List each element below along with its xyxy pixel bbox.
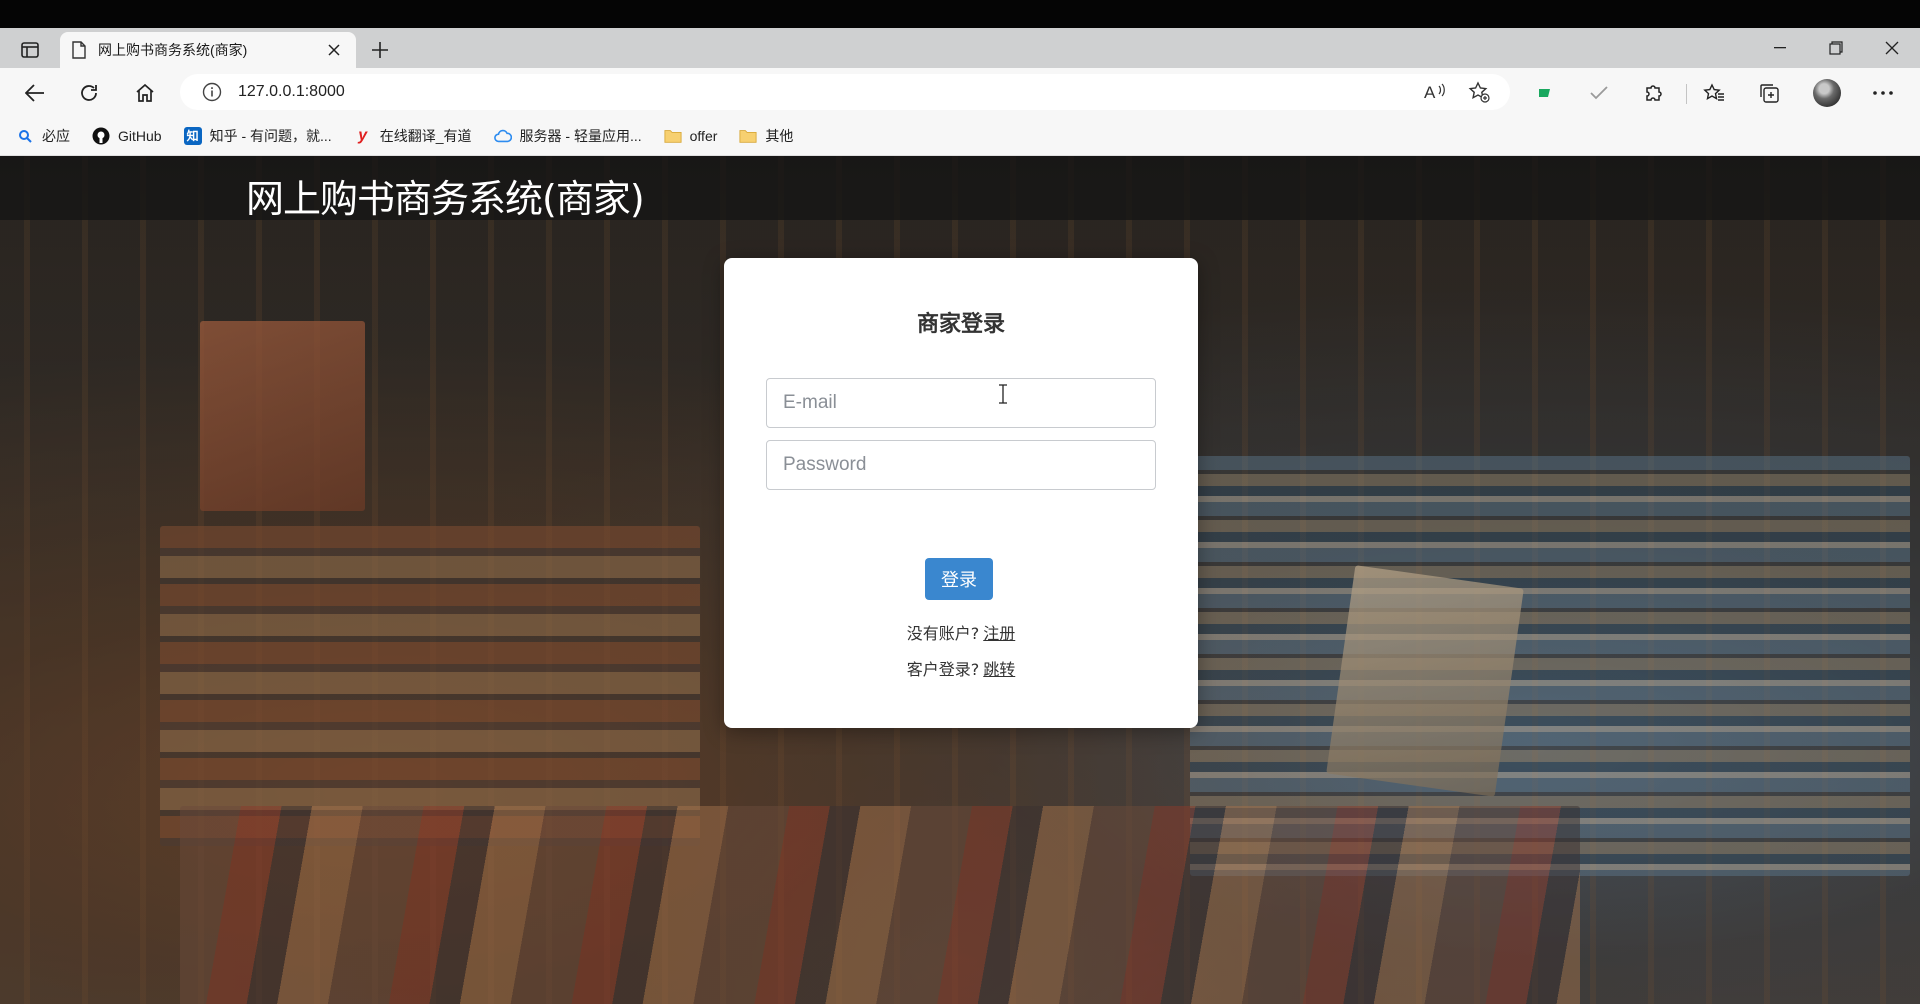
favorites-icon (1703, 83, 1724, 101)
bing-icon (16, 127, 34, 145)
read-aloud-icon[interactable]: A (1424, 82, 1446, 102)
home-button[interactable] (128, 76, 162, 110)
collections-button[interactable] (1752, 76, 1786, 110)
bookmark-label: 服务器 - 轻量应用... (519, 127, 642, 144)
bookmarks-bar: 必应 GitHub 知 知乎 - 有问题，就... y 在线翻译_有道 服务器 … (0, 116, 1920, 156)
page-icon (72, 41, 86, 59)
bookmark-youdao[interactable]: y 在线翻译_有道 (354, 126, 472, 146)
window-top-bar (0, 0, 1920, 28)
restore-button[interactable] (1808, 28, 1864, 68)
arrow-left-icon (25, 84, 44, 102)
bookmark-label: 必应 (42, 127, 70, 144)
text-cursor-icon (999, 384, 1007, 404)
close-icon (1885, 41, 1899, 55)
check-icon (1590, 86, 1608, 100)
bookmark-folder-offer[interactable]: offer (664, 127, 718, 145)
github-icon (92, 127, 110, 145)
folder-icon (664, 127, 682, 145)
tab-title: 网上购书商务系统(商家) (98, 42, 248, 58)
home-icon (136, 83, 154, 102)
register-prompt: 没有账户? (906, 624, 980, 643)
bookmark-server[interactable]: 服务器 - 轻量应用... (493, 126, 642, 146)
register-row: 没有账户? 注册 (724, 620, 1198, 644)
check-extension-button[interactable] (1582, 76, 1616, 110)
book-stack (1326, 565, 1524, 797)
window-controls (1752, 28, 1920, 68)
minimize-icon (1774, 47, 1786, 49)
site-header: 网上购书商务系统(商家) (0, 156, 1920, 221)
bookmark-label: 其他 (765, 127, 794, 144)
favorites-button[interactable] (1697, 76, 1731, 110)
book-stack (200, 321, 365, 511)
new-tab-button[interactable] (366, 36, 394, 64)
extensions-button[interactable] (1637, 76, 1671, 110)
folder-icon (739, 127, 757, 145)
zhihu-icon: 知 (183, 126, 202, 145)
reload-button[interactable] (72, 76, 106, 110)
cloud-icon (493, 127, 512, 145)
info-icon[interactable] (202, 82, 222, 102)
book-stack (180, 806, 1580, 1004)
password-field[interactable] (766, 440, 1156, 490)
browser-tab[interactable]: 网上购书商务系统(商家) (60, 32, 356, 68)
bookmark-github[interactable]: GitHub (92, 127, 162, 145)
register-link[interactable]: 注册 (983, 624, 1015, 643)
toolbar-separator (1686, 84, 1687, 104)
more-icon (1873, 91, 1893, 95)
login-button[interactable]: 登录 (925, 558, 993, 600)
bookmark-label: 在线翻译_有道 (379, 127, 472, 144)
bookmark-zhihu[interactable]: 知 知乎 - 有问题，就... (183, 126, 332, 146)
extension-green-button[interactable] (1528, 76, 1562, 110)
page-viewport: 网上购书商务系统(商家) 商家登录 登录 没有账户?注册 客户登录?跳转 (0, 156, 1920, 1004)
site-title: 网上购书商务系统(商家) (246, 177, 645, 221)
bookmark-bing[interactable]: 必应 (16, 126, 70, 146)
profile-button[interactable] (1810, 76, 1844, 110)
minimize-button[interactable] (1752, 28, 1808, 68)
customer-login-row: 客户登录? 跳转 (724, 656, 1198, 680)
omnibox-actions: A (1424, 80, 1490, 104)
address-bar[interactable]: 127.0.0.1:8000 A (180, 74, 1510, 110)
restore-icon (1829, 41, 1843, 55)
book-stack (160, 526, 700, 846)
login-card: 商家登录 登录 没有账户?注册 客户登录?跳转 (724, 258, 1198, 728)
customer-login-link[interactable]: 跳转 (983, 660, 1015, 679)
tab-actions-icon (21, 42, 39, 58)
bookmark-label: GitHub (118, 127, 162, 144)
avatar (1813, 79, 1841, 107)
bookmark-label: offer (689, 127, 718, 144)
add-favorite-icon[interactable] (1468, 81, 1490, 103)
youdao-icon: y (358, 126, 368, 144)
email-field[interactable] (766, 378, 1156, 428)
browser-toolbar: 127.0.0.1:8000 A (0, 68, 1920, 116)
close-window-button[interactable] (1864, 28, 1920, 68)
reload-icon (81, 85, 97, 101)
collections-icon (1760, 84, 1779, 103)
bookmark-folder-other[interactable]: 其他 (739, 126, 793, 146)
settings-menu-button[interactable] (1866, 76, 1900, 110)
url-text[interactable]: 127.0.0.1:8000 (238, 83, 345, 101)
close-tab-button[interactable] (324, 40, 344, 60)
tab-strip: 网上购书商务系统(商家) (0, 28, 1920, 68)
bookmark-label: 知乎 - 有问题，就... (209, 127, 332, 144)
puzzle-icon (1646, 85, 1662, 101)
svg-text:A: A (1424, 83, 1436, 102)
login-heading: 商家登录 (916, 312, 1005, 337)
flag-icon (1539, 89, 1550, 97)
close-icon (328, 44, 340, 56)
back-button[interactable] (18, 76, 52, 110)
plus-icon (372, 42, 388, 58)
customer-login-prompt: 客户登录? (906, 660, 980, 679)
tab-actions-button[interactable] (12, 36, 48, 64)
